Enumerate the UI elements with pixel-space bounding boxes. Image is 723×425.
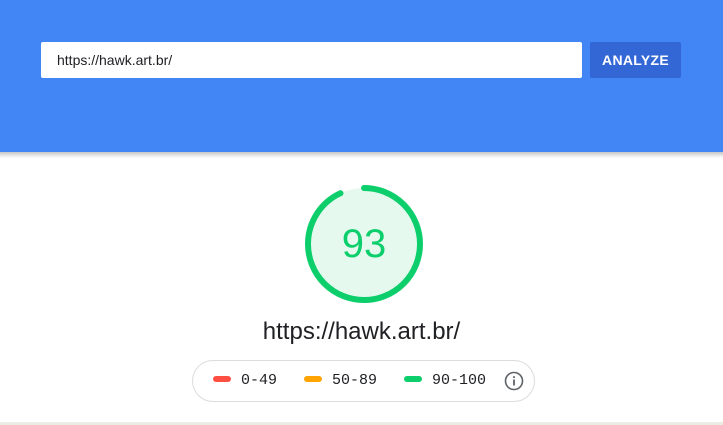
header-bar: ANALYZE xyxy=(0,0,723,152)
legend-swatch-fail xyxy=(213,376,231,383)
analyze-button[interactable]: ANALYZE xyxy=(590,42,681,78)
score-legend: 0-49 50-89 90-100 xyxy=(192,360,535,402)
url-input[interactable] xyxy=(41,42,582,78)
legend-item-fail: 0-49 xyxy=(213,361,277,401)
legend-swatch-pass xyxy=(404,376,422,383)
legend-label-average: 50-89 xyxy=(332,372,378,389)
legend-swatch-average xyxy=(304,376,322,383)
page-url: https://hawk.art.br/ xyxy=(262,318,461,345)
score-value: 93 xyxy=(341,222,387,266)
legend-label-fail: 0-49 xyxy=(241,372,278,389)
header-shadow xyxy=(0,152,723,158)
legend-item-average: 50-89 xyxy=(304,361,377,401)
info-icon[interactable] xyxy=(504,371,524,391)
legend-label-pass: 90-100 xyxy=(432,372,487,389)
legend-item-pass: 90-100 xyxy=(404,361,486,401)
